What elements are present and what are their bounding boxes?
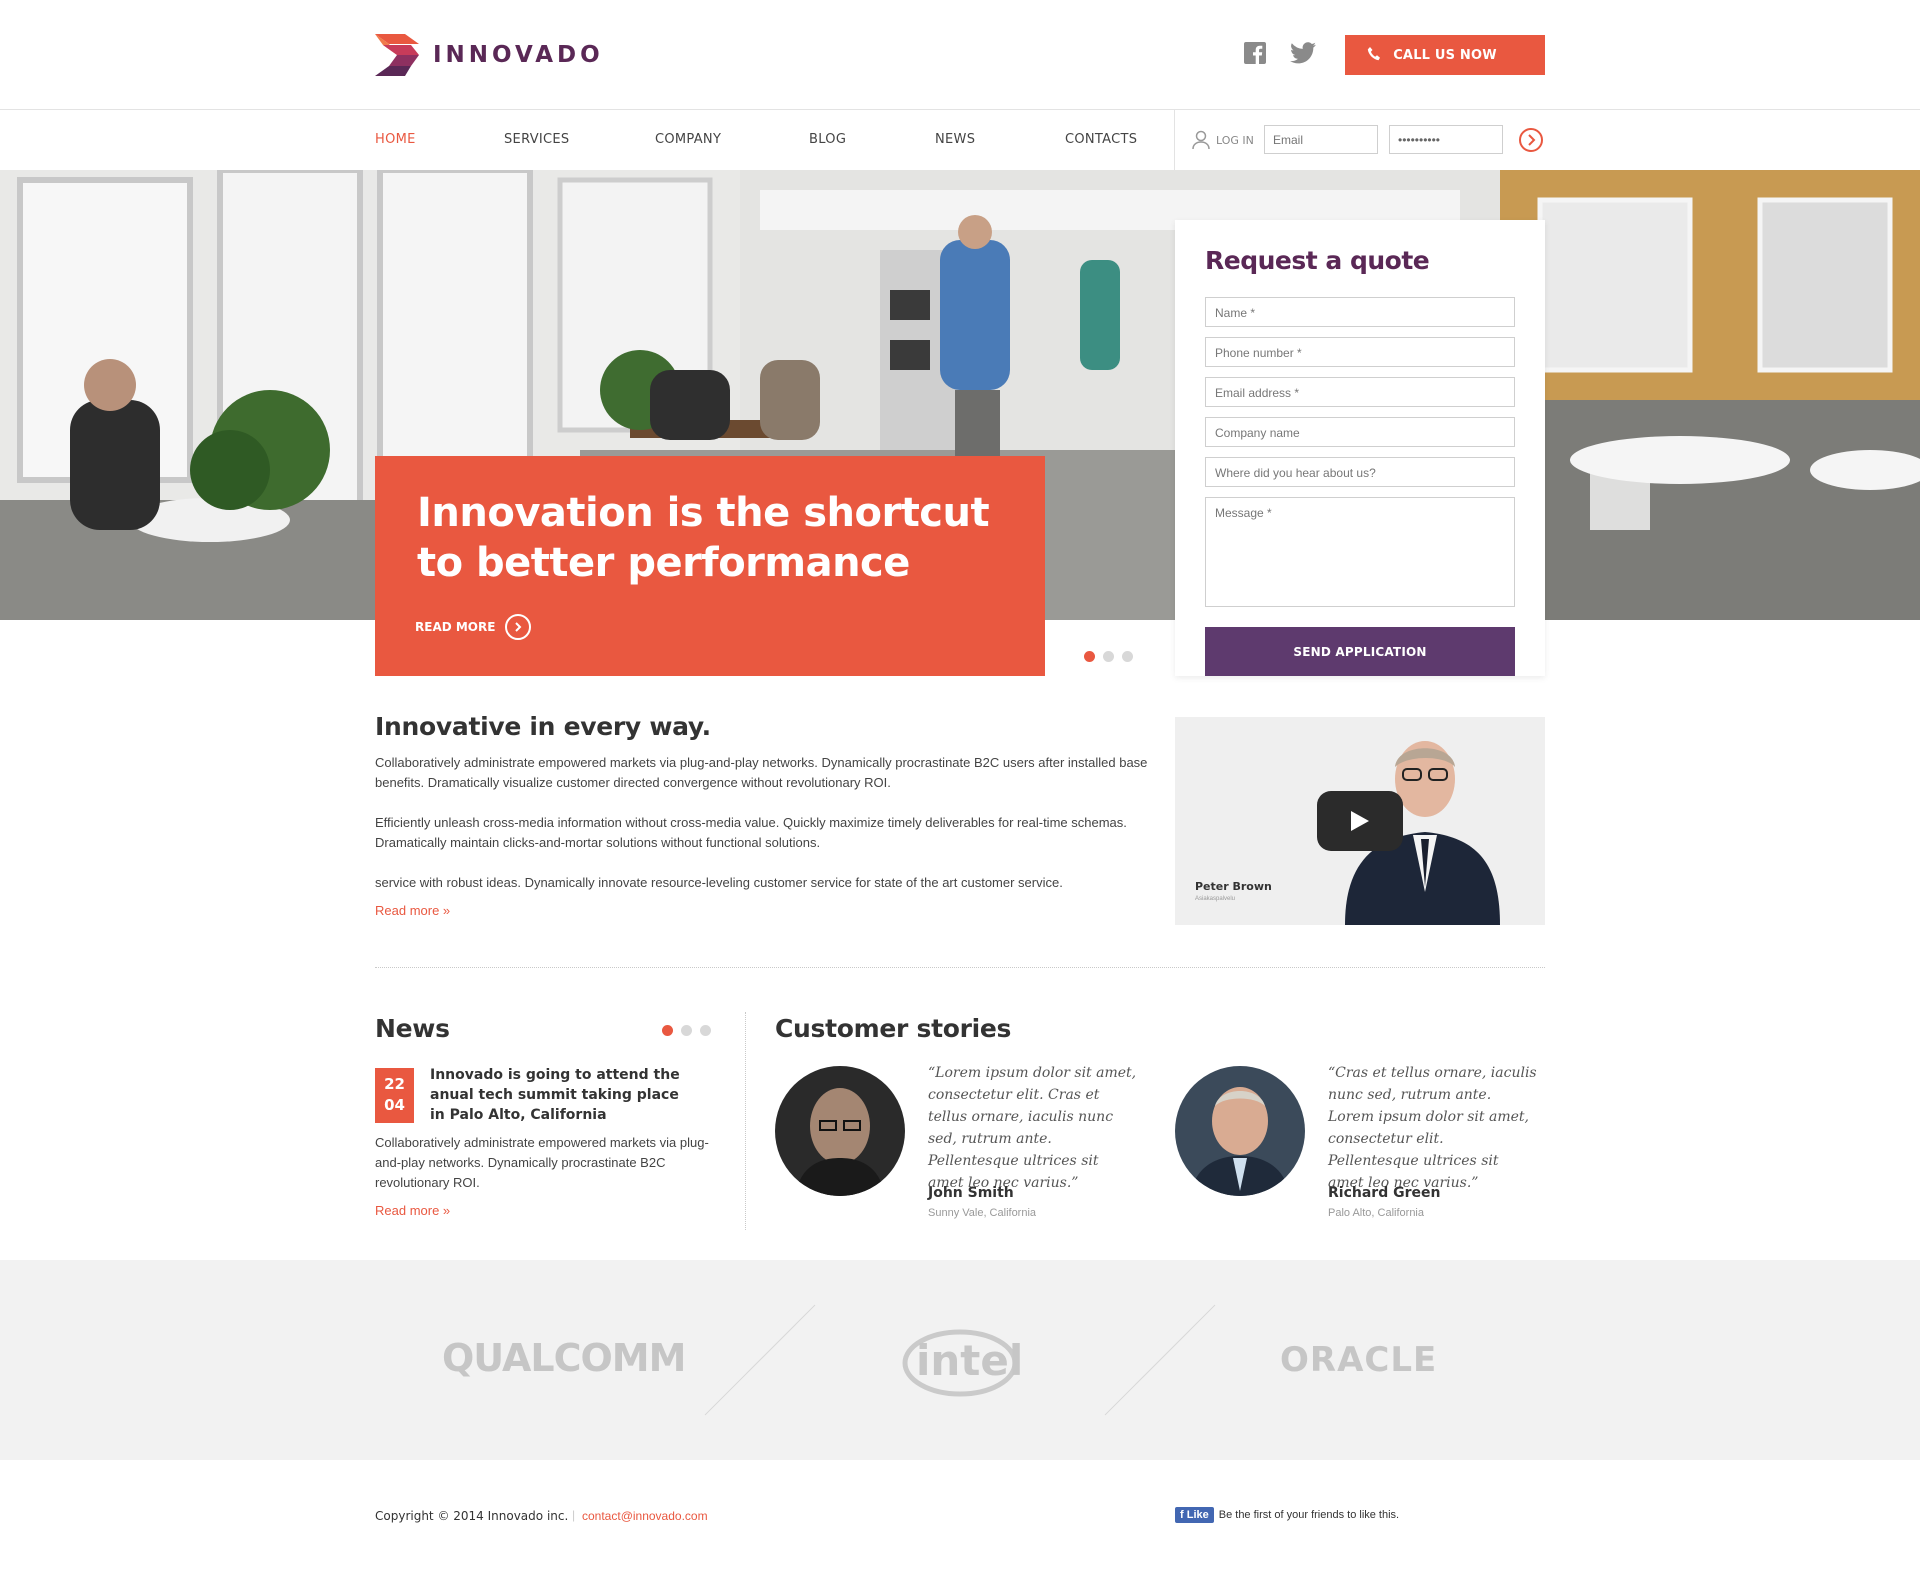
oracle-logo[interactable]: ORACLE — [1280, 1340, 1437, 1380]
site-header: INNOVADO CALL US NOW — [0, 0, 1920, 110]
message-field[interactable]: Message * — [1205, 497, 1515, 607]
email-field[interactable]: Email address * — [1205, 377, 1515, 407]
intro-paragraph-1: Collaboratively administrate empowered m… — [375, 755, 1148, 790]
login-link[interactable]: LOG IN — [1192, 130, 1254, 150]
video-person-title: Asiakaspalvelu — [1195, 896, 1236, 902]
nav-item-services[interactable]: SERVICES — [504, 132, 569, 147]
slider-dot-3[interactable] — [1122, 651, 1133, 662]
intel-logo[interactable]: intel — [902, 1328, 1023, 1398]
phone-field[interactable]: Phone number * — [1205, 337, 1515, 367]
user-icon — [1192, 130, 1210, 150]
nav-item-home[interactable]: HOME — [375, 132, 416, 147]
facebook-like-label: Like — [1186, 1509, 1209, 1521]
news-dot-1[interactable] — [662, 1025, 673, 1036]
story-location-1: Sunny Vale, California — [928, 1207, 1037, 1219]
partners-strip: QUALCOMM intel ORACLE — [0, 1260, 1920, 1460]
story-name-1: John Smith — [928, 1185, 1014, 1201]
video-person-name: Peter Brown — [1195, 880, 1272, 893]
intro-paragraph-3: service with robust ideas. Dynamically i… — [375, 875, 1063, 890]
chevron-right-icon — [505, 614, 532, 640]
video-player[interactable]: Peter Brown Asiakaspalvelu — [1175, 717, 1545, 925]
twitter-icon[interactable] — [1290, 42, 1316, 66]
slider-dot-2[interactable] — [1103, 651, 1114, 662]
intro-heading: Innovative in every way. — [375, 712, 711, 741]
news-date-day: 22 — [384, 1075, 405, 1093]
news-dot-2[interactable] — [681, 1025, 692, 1036]
hero-title: Innovation is the shortcut to better per… — [417, 490, 990, 586]
news-body: Collaboratively administrate empowered m… — [375, 1135, 709, 1190]
login-email-input[interactable] — [1264, 125, 1378, 154]
story-name-2: Richard Green — [1328, 1185, 1441, 1201]
stories-heading: Customer stories — [775, 1014, 1012, 1043]
news-stories-divider — [745, 1012, 746, 1230]
facebook-like-button[interactable]: f Like — [1175, 1507, 1214, 1523]
news-date-badge: 22 04 — [375, 1068, 414, 1123]
hero-read-more-label: READ MORE — [415, 620, 496, 634]
avatar — [775, 1066, 905, 1196]
news-dot-3[interactable] — [700, 1025, 711, 1036]
referral-field[interactable]: Where did you hear about us? — [1205, 457, 1515, 487]
name-field[interactable]: Name * — [1205, 297, 1515, 327]
call-us-button[interactable]: CALL US NOW — [1345, 35, 1545, 75]
play-button[interactable] — [1317, 791, 1403, 851]
chevron-right-icon — [1528, 134, 1536, 146]
phone-icon — [1367, 46, 1381, 66]
login-submit-button[interactable] — [1519, 128, 1543, 152]
intel-wordmark: intel — [916, 1336, 1024, 1385]
slider-dot-1[interactable] — [1084, 651, 1095, 662]
login-password-input[interactable] — [1389, 125, 1503, 154]
news-slider-dots — [662, 1025, 711, 1036]
story-quote-1: “Lorem ipsum dolor sit amet, consectetur… — [928, 1065, 1137, 1191]
story-location-2: Palo Alto, California — [1328, 1207, 1424, 1219]
hero-read-more-link[interactable]: READ MORE — [415, 614, 532, 640]
quote-form-title: Request a quote — [1205, 246, 1430, 275]
nav-item-blog[interactable]: BLOG — [809, 132, 846, 147]
footer-separator: | — [572, 1508, 576, 1522]
nav-divider — [1174, 110, 1175, 170]
qualcomm-logo[interactable]: QUALCOMM — [442, 1336, 686, 1380]
intro-paragraph-2: Efficiently unleash cross-media informat… — [375, 815, 1127, 850]
logo-mark-icon — [375, 34, 419, 76]
login-label: LOG IN — [1216, 133, 1254, 147]
call-us-label: CALL US NOW — [1393, 47, 1497, 63]
news-headline[interactable]: Innovado is going to attend the anual te… — [430, 1065, 690, 1125]
play-icon — [1351, 811, 1369, 831]
company-field[interactable]: Company name — [1205, 417, 1515, 447]
news-read-more-link[interactable]: Read more » — [375, 1203, 450, 1218]
story-quote-2: “Cras et tellus ornare, iaculis nunc sed… — [1328, 1065, 1537, 1191]
intro-read-more-link[interactable]: Read more » — [375, 903, 450, 918]
facebook-like-text: Be the first of your friends to like thi… — [1218, 1509, 1400, 1521]
send-application-button[interactable]: SEND APPLICATION — [1205, 627, 1515, 676]
facebook-like-widget: f Like Be the first of your friends to l… — [1175, 1507, 1399, 1523]
avatar — [1175, 1066, 1305, 1196]
footer-email-link[interactable]: contact@innovado.com — [582, 1509, 708, 1523]
nav-item-contacts[interactable]: CONTACTS — [1065, 132, 1137, 147]
request-quote-form: Request a quote Name * Phone number * Em… — [1175, 220, 1545, 676]
footer-copyright: Copyright © 2014 Innovado inc. — [375, 1509, 569, 1523]
hero-caption-box: Innovation is the shortcut to better per… — [375, 456, 1045, 676]
news-heading: News — [375, 1014, 450, 1043]
hero-slider-dots — [1084, 651, 1133, 662]
nav-item-news[interactable]: NEWS — [935, 132, 975, 147]
brand-logo[interactable]: INNOVADO — [375, 34, 604, 76]
facebook-icon[interactable] — [1244, 42, 1268, 66]
facebook-icon: f — [1180, 1509, 1187, 1521]
main-nav: HOME SERVICES COMPANY BLOG NEWS CONTACTS… — [0, 110, 1920, 170]
news-date-month: 04 — [384, 1096, 405, 1114]
section-divider — [375, 967, 1545, 968]
brand-name: INNOVADO — [433, 42, 604, 68]
nav-item-company[interactable]: COMPANY — [655, 132, 721, 147]
